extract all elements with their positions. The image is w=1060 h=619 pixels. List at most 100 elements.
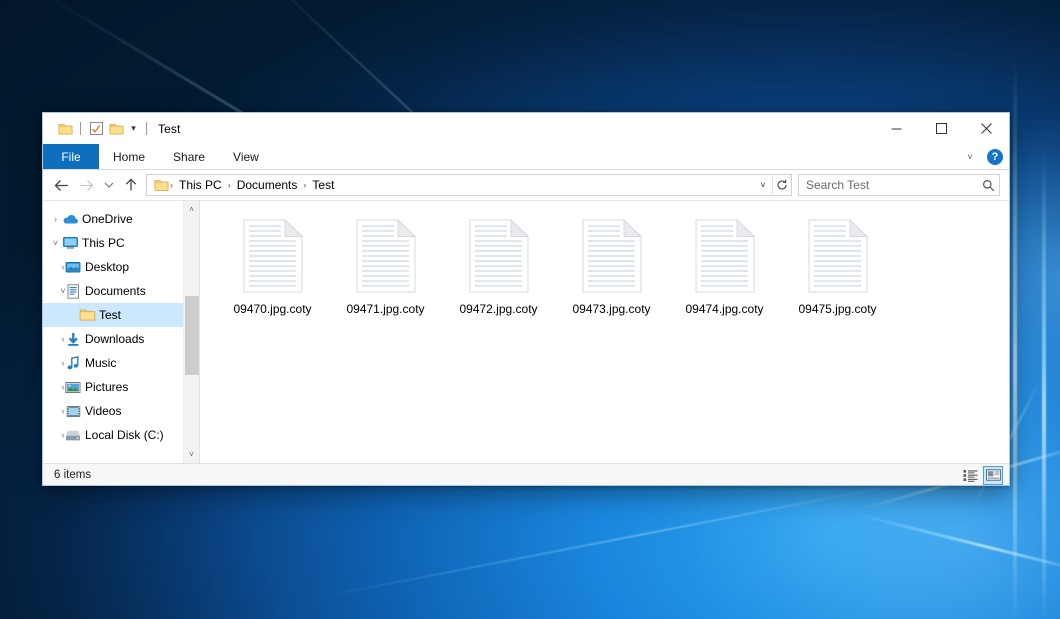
address-bar-row: › This PC › Documents › Test ˅ [43,170,1009,200]
sidebar-item-onedrive[interactable]: › OneDrive [43,207,199,231]
window-title: Test [158,122,180,136]
videos-icon [63,405,83,418]
twisty-icon[interactable]: › [43,214,60,224]
ribbon-tab-strip: File Home Share View ˅ ? [43,144,1009,170]
scroll-up-icon[interactable]: ˄ [184,201,200,218]
breadcrumb-folder-icon [151,179,169,192]
file-item[interactable]: 09474.jpg.coty [668,217,781,329]
scrollbar-track[interactable] [184,218,200,446]
folder-icon[interactable] [55,119,75,139]
sidebar-item-label: Desktop [83,260,129,274]
breadcrumb-test[interactable]: Test [307,178,339,192]
twisty-icon[interactable]: › [43,358,63,368]
tab-share[interactable]: Share [159,144,219,169]
up-button[interactable] [118,173,143,197]
qat-separator-2 [146,122,147,135]
sidebar-item-pictures[interactable]: › Pictures [43,375,199,399]
generic-document-icon [240,219,306,295]
documents-icon [63,284,83,299]
scroll-down-icon[interactable]: ˅ [184,446,200,463]
help-icon[interactable]: ? [987,149,1003,165]
sidebar-item-videos[interactable]: › Videos [43,399,199,423]
address-dropdown-chevron-down-icon[interactable]: ˅ [754,175,772,195]
search-icon[interactable] [982,179,995,192]
file-item[interactable]: 09472.jpg.coty [442,217,555,329]
maximize-button[interactable] [919,113,964,144]
disk-icon [63,429,83,442]
twisty-icon[interactable]: › [43,382,63,392]
file-item[interactable]: 09471.jpg.coty [329,217,442,329]
sidebar-item-local-disk-c[interactable]: › Local Disk (C:) [43,423,199,447]
forward-button[interactable] [74,173,99,197]
generic-document-icon [579,219,645,295]
refresh-icon[interactable] [773,175,791,195]
sidebar-item-downloads[interactable]: › Downloads [43,327,199,351]
file-list-view[interactable]: 09470.jpg.coty [200,201,1009,463]
generic-document-icon [805,219,871,295]
onedrive-cloud-icon [60,213,80,225]
downloads-icon [63,332,83,347]
file-name-label: 09475.jpg.coty [798,302,876,316]
tab-file[interactable]: File [43,144,99,169]
status-bar: 6 items [43,463,1009,485]
twisty-icon[interactable]: › [43,334,63,344]
large-icons-view-button[interactable] [983,466,1003,485]
twisty-icon[interactable]: › [43,430,63,440]
sidebar-item-test[interactable]: Test [43,303,199,327]
search-box[interactable] [798,174,1000,196]
file-name-label: 09473.jpg.coty [572,302,650,316]
breadcrumb-documents[interactable]: Documents [232,178,303,192]
twisty-icon[interactable]: › [43,406,63,416]
ribbon-right-controls: ˅ ? [961,144,1003,170]
file-name-label: 09470.jpg.coty [233,302,311,316]
file-name-label: 09472.jpg.coty [459,302,537,316]
details-view-button[interactable] [960,466,980,485]
sidebar-item-music[interactable]: › Music [43,351,199,375]
checkbox-properties-icon[interactable] [86,119,106,139]
close-button[interactable] [964,113,1009,144]
breadcrumb-this-pc[interactable]: This PC [174,178,227,192]
navigation-scrollbar[interactable]: ˄ ˅ [183,201,199,463]
quick-access-toolbar: ▾ Test [43,119,180,139]
scrollbar-thumb[interactable] [185,296,199,376]
sidebar-item-documents[interactable]: ˅ Documents [43,279,199,303]
recent-locations-button[interactable] [99,173,118,197]
file-item[interactable]: 09475.jpg.coty [781,217,894,329]
sidebar-item-this-pc[interactable]: ˅ This PC [43,231,199,255]
twisty-icon[interactable]: › [43,262,63,272]
sidebar-item-desktop[interactable]: › Desktop [43,255,199,279]
generic-document-icon [692,219,758,295]
file-item[interactable]: 09473.jpg.coty [555,217,668,329]
expand-ribbon-chevron-down-icon[interactable]: ˅ [961,148,979,166]
view-toggle-group [960,464,1003,486]
sidebar-item-label: Pictures [83,380,128,394]
generic-document-icon [466,219,532,295]
folder-icon [77,308,97,322]
window-body: › OneDrive ˅ This PC [43,200,1009,463]
music-icon [63,356,83,371]
navigation-tree: › OneDrive ˅ This PC [43,201,199,463]
search-input[interactable] [806,178,982,192]
file-grid: 09470.jpg.coty [200,217,1009,329]
sidebar-item-label: Music [83,356,116,370]
generic-document-icon [353,219,419,295]
quick-access-chevron-down-icon[interactable]: ▾ [126,119,141,139]
sidebar-item-label: This PC [80,236,125,250]
new-folder-icon[interactable] [106,119,126,139]
file-name-label: 09471.jpg.coty [346,302,424,316]
file-explorer-window: ▾ Test File Home Share View ˅ ? [42,112,1010,486]
twisty-icon[interactable]: ˅ [43,238,60,248]
desktop-icon [63,261,83,274]
title-bar: ▾ Test [43,113,1009,144]
tab-home[interactable]: Home [99,144,159,169]
sidebar-item-label: Local Disk (C:) [83,428,164,442]
address-bar[interactable]: › This PC › Documents › Test ˅ [146,174,792,196]
sidebar-item-label: OneDrive [80,212,133,226]
back-button[interactable] [49,173,74,197]
file-item[interactable]: 09470.jpg.coty [216,217,329,329]
sidebar-item-label: Documents [83,284,146,298]
twisty-icon[interactable]: ˅ [43,286,63,296]
tab-view[interactable]: View [219,144,273,169]
sidebar-item-label: Test [97,308,121,322]
minimize-button[interactable] [874,113,919,144]
